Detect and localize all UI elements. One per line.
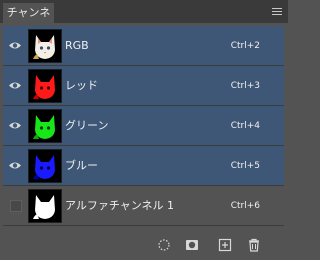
channel-row-rgb[interactable]: RGB Ctrl+2	[3, 26, 284, 66]
channel-shortcut: Ctrl+2	[230, 41, 260, 51]
visibility-toggle[interactable]	[5, 146, 25, 186]
channel-shortcut: Ctrl+6	[230, 201, 260, 211]
channel-name: ブルー	[65, 159, 98, 172]
channel-list: RGB Ctrl+2 レッド Ctrl+3 グリーン Ctrl+4 ブルー Ct…	[3, 26, 284, 231]
channel-shortcut: Ctrl+4	[230, 121, 260, 131]
visibility-toggle[interactable]	[5, 106, 25, 146]
channel-row-blue[interactable]: ブルー Ctrl+5	[3, 146, 284, 186]
save-selection-icon[interactable]	[185, 238, 199, 252]
channel-thumbnail	[28, 189, 62, 223]
channel-name: RGB	[65, 39, 89, 52]
tab-channels[interactable]: チャンネル	[3, 3, 54, 39]
channel-shortcut: Ctrl+5	[230, 161, 260, 171]
channel-thumbnail	[28, 109, 62, 143]
eye-icon	[9, 42, 21, 49]
channel-row-alpha-1[interactable]: アルファチャンネル 1 Ctrl+6	[3, 186, 284, 226]
new-channel-icon[interactable]	[218, 238, 232, 252]
channel-shortcut: Ctrl+3	[230, 81, 260, 91]
panel-menu-icon[interactable]	[272, 8, 282, 15]
eye-icon	[9, 122, 21, 129]
visibility-toggle[interactable]	[5, 186, 25, 226]
visibility-toggle[interactable]	[5, 26, 25, 66]
trash-icon[interactable]	[247, 238, 261, 252]
channel-thumbnail	[28, 69, 62, 103]
channel-name: グリーン	[65, 119, 109, 132]
channel-name: レッド	[65, 79, 98, 92]
channel-thumbnail	[28, 29, 62, 63]
channel-row-red[interactable]: レッド Ctrl+3	[3, 66, 284, 106]
channel-row-green[interactable]: グリーン Ctrl+4	[3, 106, 284, 146]
tab-bar: チャンネル	[0, 0, 288, 39]
channel-name: アルファチャンネル 1	[65, 199, 175, 212]
panel-footer	[0, 231, 288, 260]
eye-icon	[9, 162, 21, 169]
eye-icon	[9, 82, 21, 89]
load-selection-icon[interactable]	[157, 238, 171, 252]
channels-panel: チャンネル	[0, 0, 288, 260]
channel-thumbnail	[28, 149, 62, 183]
visibility-empty-box	[10, 200, 22, 212]
visibility-toggle[interactable]	[5, 66, 25, 106]
